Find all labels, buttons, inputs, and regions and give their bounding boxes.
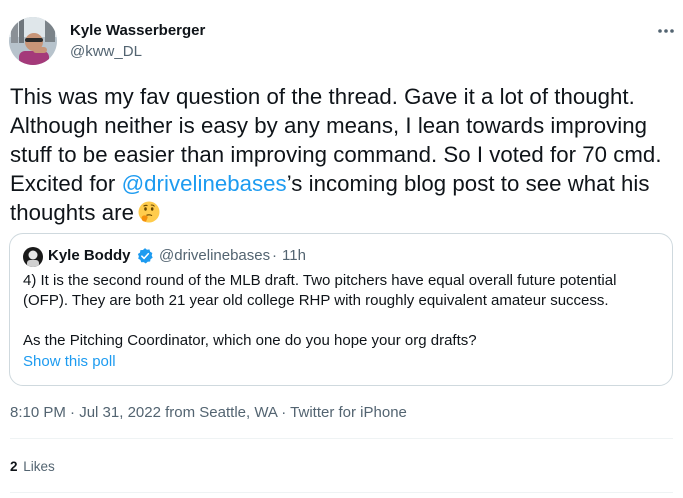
divider [10, 492, 673, 493]
quoted-paragraph: As the Pitching Coordinator, which one d… [23, 332, 477, 349]
meta-separator: · [277, 404, 291, 421]
author-name[interactable]: Kyle Wasserberger [70, 21, 205, 41]
thinking-face-icon [137, 200, 161, 231]
meta-separator: · [65, 404, 80, 421]
quoted-timestamp[interactable]: 11h [282, 246, 306, 266]
tweet-source[interactable]: Twitter for iPhone [290, 404, 407, 421]
mention-link[interactable]: @drivelinebases [122, 171, 287, 196]
likes-count: 2 [10, 459, 18, 474]
verified-badge-icon [136, 247, 154, 265]
author-avatar[interactable] [9, 17, 57, 65]
show-poll-link[interactable]: Show this poll [23, 352, 116, 372]
quoted-author-name[interactable]: Kyle Boddy [48, 246, 131, 266]
tweet: Kyle Wasserberger @kww_DL This was my fa… [0, 0, 683, 498]
tweet-location[interactable]: from Seattle, WA [161, 404, 277, 421]
more-icon [658, 29, 674, 33]
tweet-meta: 8:10 PM · Jul 31, 2022 from Seattle, WA … [10, 403, 407, 423]
author-handle[interactable]: @kww_DL [70, 42, 142, 62]
quoted-paragraph: 4) It is the second round of the MLB dra… [23, 272, 617, 309]
more-options-button[interactable] [655, 20, 677, 42]
likes-label: Likes [23, 459, 55, 474]
divider [10, 438, 673, 439]
quoted-separator: · [272, 247, 277, 264]
tweet-text: This was my fav question of the thread. … [10, 82, 680, 231]
quoted-text: 4) It is the second round of the MLB dra… [23, 271, 663, 351]
quoted-tweet[interactable]: Kyle Boddy @drivelinebases · 11h 4) It i… [9, 233, 673, 386]
quoted-author-handle[interactable]: @drivelinebases [159, 246, 270, 266]
likes-stat[interactable]: 2 Likes [10, 457, 55, 477]
tweet-time[interactable]: 8:10 PM [10, 404, 66, 421]
tweet-date[interactable]: Jul 31, 2022 [79, 404, 161, 421]
quoted-avatar[interactable] [23, 247, 43, 267]
